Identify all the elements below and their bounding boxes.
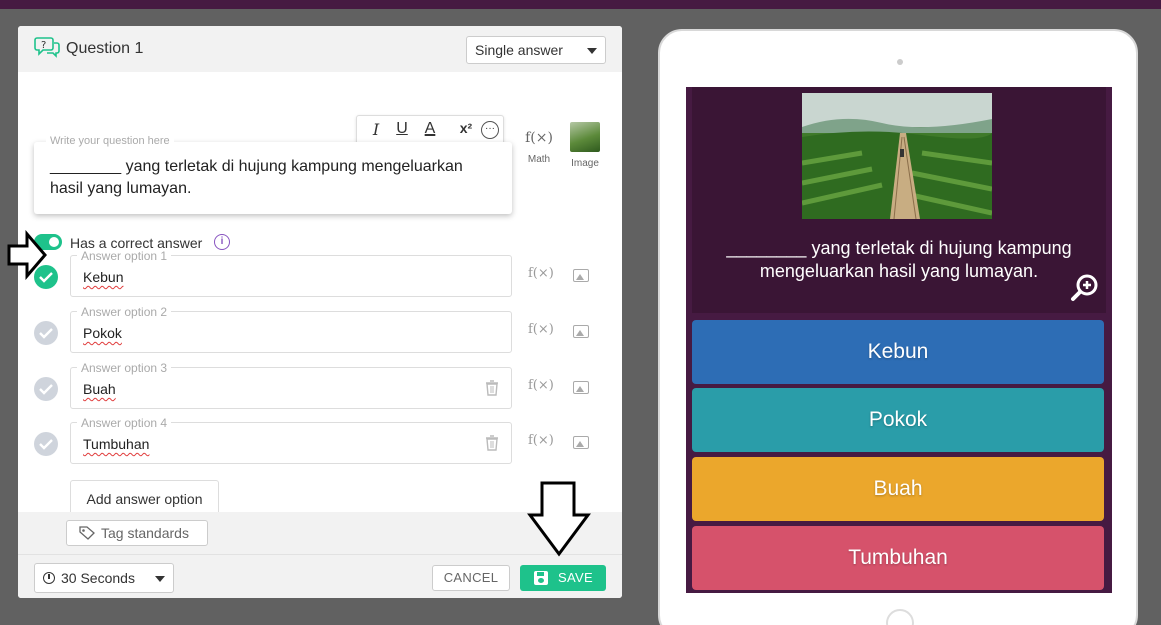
math-icon: f(×) — [525, 130, 553, 146]
question-input-card[interactable]: Write your question here ________ yang t… — [34, 135, 512, 214]
editor-header: ? Question 1 Single answer — [18, 26, 622, 72]
chevron-down-icon — [587, 48, 597, 54]
svg-text:?: ? — [41, 40, 46, 51]
italic-button[interactable]: I — [369, 120, 383, 140]
save-disk-icon — [534, 571, 548, 585]
correct-check-button[interactable] — [34, 377, 58, 401]
preview-question-text: ________ yang terletak di hujung kampung… — [726, 238, 1072, 281]
image-icon[interactable] — [573, 325, 589, 338]
math-icon[interactable]: f(×) — [528, 322, 554, 337]
image-thumbnail — [570, 122, 600, 152]
plantation-image — [802, 93, 992, 219]
answer-type-value: Single answer — [475, 42, 563, 58]
tablet-preview: ________ yang terletak di hujung kampung… — [658, 29, 1138, 625]
preview-option-2[interactable]: Pokok — [692, 388, 1104, 452]
image-icon[interactable] — [573, 436, 589, 449]
question-placeholder: Write your question here — [46, 135, 174, 147]
preview-question-area: ________ yang terletak di hujung kampung… — [692, 87, 1106, 313]
correct-check-button[interactable] — [34, 432, 58, 456]
answer-row: Answer option 3 Buah f(×) — [18, 361, 622, 409]
image-icon[interactable] — [573, 269, 589, 282]
math-button[interactable]: f(×) Math — [524, 130, 554, 165]
tag-standards-label: Tag standards — [101, 525, 189, 541]
answer-row: Answer option 1 Kebun f(×) — [18, 249, 622, 297]
underline-button[interactable]: U — [395, 120, 409, 140]
answer-type-select[interactable]: Single answer — [466, 36, 606, 64]
answer-row: Answer option 4 Tumbuhan f(×) — [18, 416, 622, 464]
question-bubble-icon: ? — [34, 37, 60, 58]
home-button — [886, 609, 914, 625]
answer-input[interactable]: Answer option 4 Tumbuhan — [70, 416, 512, 464]
editor-footer: 30 Seconds CANCEL SAVE — [18, 554, 622, 598]
image-label: Image — [571, 158, 599, 169]
question-title: Question 1 — [66, 40, 144, 57]
chevron-down-icon — [155, 576, 165, 582]
question-text[interactable]: ________ yang terletak di hujung kampung… — [50, 156, 498, 200]
info-icon[interactable]: i — [214, 234, 230, 250]
tag-standards-button[interactable]: Tag standards — [66, 520, 208, 546]
answer-label: Answer option 1 — [77, 249, 172, 263]
preview-screen: ________ yang terletak di hujung kampung… — [686, 87, 1112, 593]
answer-label: Answer option 3 — [77, 361, 172, 375]
trash-icon[interactable] — [485, 380, 499, 396]
answer-input[interactable]: Answer option 2 Pokok — [70, 305, 512, 353]
save-button[interactable]: SAVE — [520, 565, 606, 591]
preview-option-4[interactable]: Tumbuhan — [692, 526, 1104, 590]
more-options-button[interactable]: ··· — [481, 121, 499, 139]
answer-input[interactable]: Answer option 1 Kebun — [70, 249, 512, 297]
superscript-button[interactable]: x² — [457, 120, 475, 140]
save-label: SAVE — [558, 570, 593, 585]
format-toolbar: I U A x² ··· — [356, 115, 504, 145]
arrow-right-icon — [7, 230, 47, 280]
cancel-button[interactable]: CANCEL — [432, 565, 510, 591]
answer-label: Answer option 4 — [77, 416, 172, 430]
trash-icon[interactable] — [485, 435, 499, 451]
preview-option-3[interactable]: Buah — [692, 457, 1104, 521]
answer-row: Answer option 2 Pokok f(×) — [18, 305, 622, 353]
check-icon — [39, 328, 53, 339]
math-label: Math — [527, 154, 551, 165]
answer-value[interactable]: Tumbuhan — [83, 436, 149, 452]
arrow-down-icon — [527, 481, 591, 557]
math-icon[interactable]: f(×) — [528, 266, 554, 281]
timer-value: 30 Seconds — [61, 570, 135, 586]
image-icon[interactable] — [573, 381, 589, 394]
answer-input[interactable]: Answer option 3 Buah — [70, 361, 512, 409]
zoom-in-icon[interactable] — [1070, 273, 1100, 303]
editor-body: I U A x² ··· Write your question here __… — [18, 72, 622, 519]
correct-check-button[interactable] — [34, 321, 58, 345]
math-icon[interactable]: f(×) — [528, 433, 554, 448]
camera-dot — [897, 59, 903, 65]
check-icon — [39, 439, 53, 450]
answer-value[interactable]: Buah — [83, 381, 116, 397]
answer-value[interactable]: Pokok — [83, 325, 122, 341]
image-button[interactable]: Image — [568, 122, 602, 169]
tag-icon — [79, 526, 95, 540]
answer-value[interactable]: Kebun — [83, 269, 123, 285]
preview-option-1[interactable]: Kebun — [692, 320, 1104, 384]
text-color-button[interactable]: A — [423, 120, 437, 140]
timer-select[interactable]: 30 Seconds — [34, 563, 174, 593]
top-bar — [0, 0, 1161, 9]
clock-icon — [43, 572, 55, 584]
answer-label: Answer option 2 — [77, 305, 172, 319]
math-icon[interactable]: f(×) — [528, 378, 554, 393]
check-icon — [39, 384, 53, 395]
